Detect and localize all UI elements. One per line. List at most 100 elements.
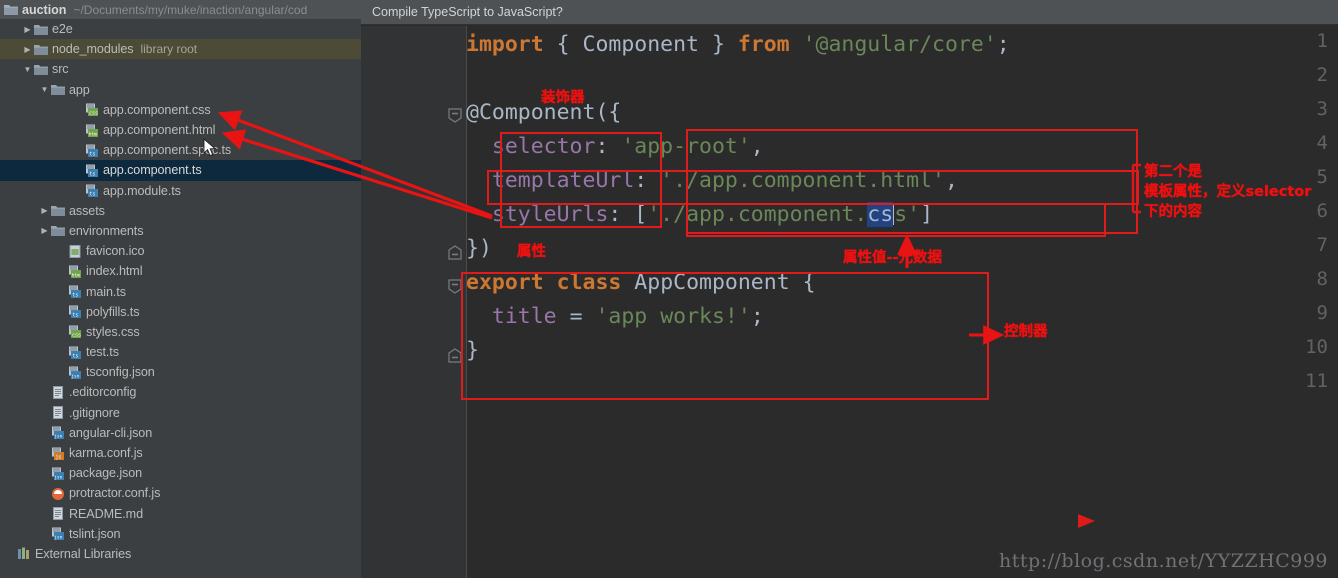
tree-item-label: polyfills.ts [86,304,140,319]
tree-item-polyfills-ts[interactable]: ts polyfills.ts [0,302,361,322]
code-fold-gutter[interactable] [443,26,467,578]
tree-item-label: favicon.ico [86,244,145,259]
json-file-icon: jsn [51,527,65,541]
tree-item-label: index.html [86,264,143,279]
tree-item-tslint-json[interactable]: jsn tslint.json [0,524,361,544]
notification-text: Compile TypeScript to JavaScript? [372,5,563,19]
tree-item-app[interactable]: ▼ app [0,80,361,100]
compile-notification-bar[interactable]: Compile TypeScript to JavaScript? [361,0,1338,25]
code-line-9[interactable]: title = 'app works!'; [466,304,764,329]
tree-item-e2e[interactable]: ▶ e2e [0,19,361,39]
chevron-down-icon[interactable]: ▼ [21,65,34,74]
tree-item-external-libraries[interactable]: External Libraries [0,544,361,564]
tree-item-src[interactable]: ▼ src [0,59,361,79]
css-file-icon: css [68,325,82,339]
tree-item-label: angular-cli.json [69,425,153,440]
project-tree-panel[interactable]: auction ~/Documents/my/muke/inaction/ang… [0,0,361,578]
code-line-6[interactable]: styleUrls: ['./app.component.css'] [466,202,933,227]
text-file-icon [51,406,65,420]
tree-item-label: package.json [69,466,143,481]
svg-text:ts: ts [72,293,78,299]
tree-item-label: karma.conf.js [69,446,143,461]
tree-item-test-ts[interactable]: ts test.ts [0,342,361,362]
tree-item-node-modules[interactable]: ▶ node_modules library root [0,39,361,60]
chevron-right-icon[interactable]: ▶ [38,206,51,215]
chevron-right-icon[interactable]: ▶ [21,25,34,34]
annotation-template-note: 第二个是 模板属性，定义selector 下的内容 [1144,164,1312,220]
watermark-url: http://blog.csdn.net/YYZZHC999 [999,550,1328,572]
tree-item-label: protractor.conf.js [69,486,161,501]
chevron-right-icon[interactable]: ▶ [38,226,51,235]
tree-item-environments[interactable]: ▶ environments [0,221,361,241]
annotation-property: 属性 [517,244,546,260]
css-file-icon: css [85,103,99,117]
ide-window: auction ~/Documents/my/muke/inaction/ang… [0,0,1338,578]
fold-marker-line3[interactable] [448,108,462,123]
tree-item-gitignore[interactable]: .gitignore [0,403,361,423]
tree-item-label: README.md [69,506,143,521]
tree-item-label: e2e [52,22,73,37]
tree-item-label: assets [69,203,105,218]
text-file-icon [51,385,65,399]
code-line-4[interactable]: selector: 'app-root', [466,134,764,159]
tree-item-label: app.component.ts [103,163,202,178]
code-line-1[interactable]: import { Component } from '@angular/core… [466,32,1010,57]
code-line-8[interactable]: export class AppComponent { [466,270,816,295]
tree-item-label: src [52,62,69,77]
tree-item-index-html[interactable]: htm index.html [0,261,361,281]
tree-item-label: .gitignore [69,405,120,420]
ts-file-icon: ts [68,305,82,319]
annotation-decorator: 装饰器 [541,90,585,106]
protractor-file-icon [51,487,65,500]
json-file-icon: jsn [68,366,82,379]
tree-item-label: External Libraries [35,546,132,561]
json-file-icon: jsn [51,426,65,440]
tree-body[interactable]: ▶ e2e ▶ node_modules library root ▼ src ▼ app css… [0,19,361,564]
tree-item-favicon-ico[interactable]: favicon.ico [0,241,361,261]
tree-item-label: tslint.json [69,526,121,541]
tree-item-tsconfig-json[interactable]: jsn tsconfig.json [0,362,361,382]
folder-icon [34,23,48,36]
code-editor-panel[interactable]: Compile TypeScript to JavaScript? 123456… [361,0,1338,578]
fold-marker-line7[interactable] [448,245,462,260]
svg-text:htm: htm [89,131,98,137]
tree-item-label: main.ts [86,284,126,299]
svg-text:css: css [72,333,81,339]
chevron-down-icon[interactable]: ▼ [38,85,51,94]
tree-item-karma-conf-js[interactable]: js karma.conf.js [0,443,361,463]
tree-item-angular-cli-json[interactable]: jsn angular-cli.json [0,423,361,443]
tree-item-main-ts[interactable]: ts main.ts [0,281,361,301]
code-content[interactable]: import { Component } from '@angular/core… [466,26,1338,578]
tree-item-readme-md[interactable]: README.md [0,504,361,524]
tree-item-suffix: library root [140,42,198,57]
folder-icon [51,224,65,237]
tree-item-app-component-spec-ts[interactable]: ts app.component.spec.ts [0,140,361,160]
tree-item-assets[interactable]: ▶ assets [0,201,361,221]
js-file-icon: js [51,447,65,460]
tree-item-label: node_modules [52,42,134,57]
svg-text:jsn: jsn [71,373,79,379]
tree-item-label: styles.css [86,324,140,339]
code-line-7[interactable]: }) [466,236,492,261]
tree-item-styles-css[interactable]: css styles.css [0,322,361,342]
fold-marker-line10[interactable] [448,348,462,363]
tree-item-package-json[interactable]: jsn package.json [0,463,361,483]
tree-item-app-component-ts[interactable]: ts app.component.ts [0,160,361,181]
code-line-10[interactable]: } [466,338,479,363]
fold-marker-line8[interactable] [448,279,462,294]
ts-file-icon: ts [85,164,99,178]
tree-item-app-component-html[interactable]: htm app.component.html [0,120,361,140]
code-line-5[interactable]: templateUrl: './app.component.html', [466,168,958,193]
project-root-row[interactable]: auction ~/Documents/my/muke/inaction/ang… [0,0,361,19]
tree-item-app-module-ts[interactable]: ts app.module.ts [0,181,361,201]
tree-item-label: app [69,82,90,97]
svg-text:ts: ts [72,353,78,359]
tree-item-label: app.component.html [103,123,216,138]
chevron-right-icon[interactable]: ▶ [21,45,34,54]
folder-icon [51,83,65,96]
tree-item-app-component-css[interactable]: css app.component.css [0,100,361,120]
tree-item-editorconfig[interactable]: .editorconfig [0,382,361,402]
folder-icon [4,3,18,16]
tree-item-protractor-conf-js[interactable]: protractor.conf.js [0,483,361,503]
ts-file-icon: ts [85,184,99,198]
